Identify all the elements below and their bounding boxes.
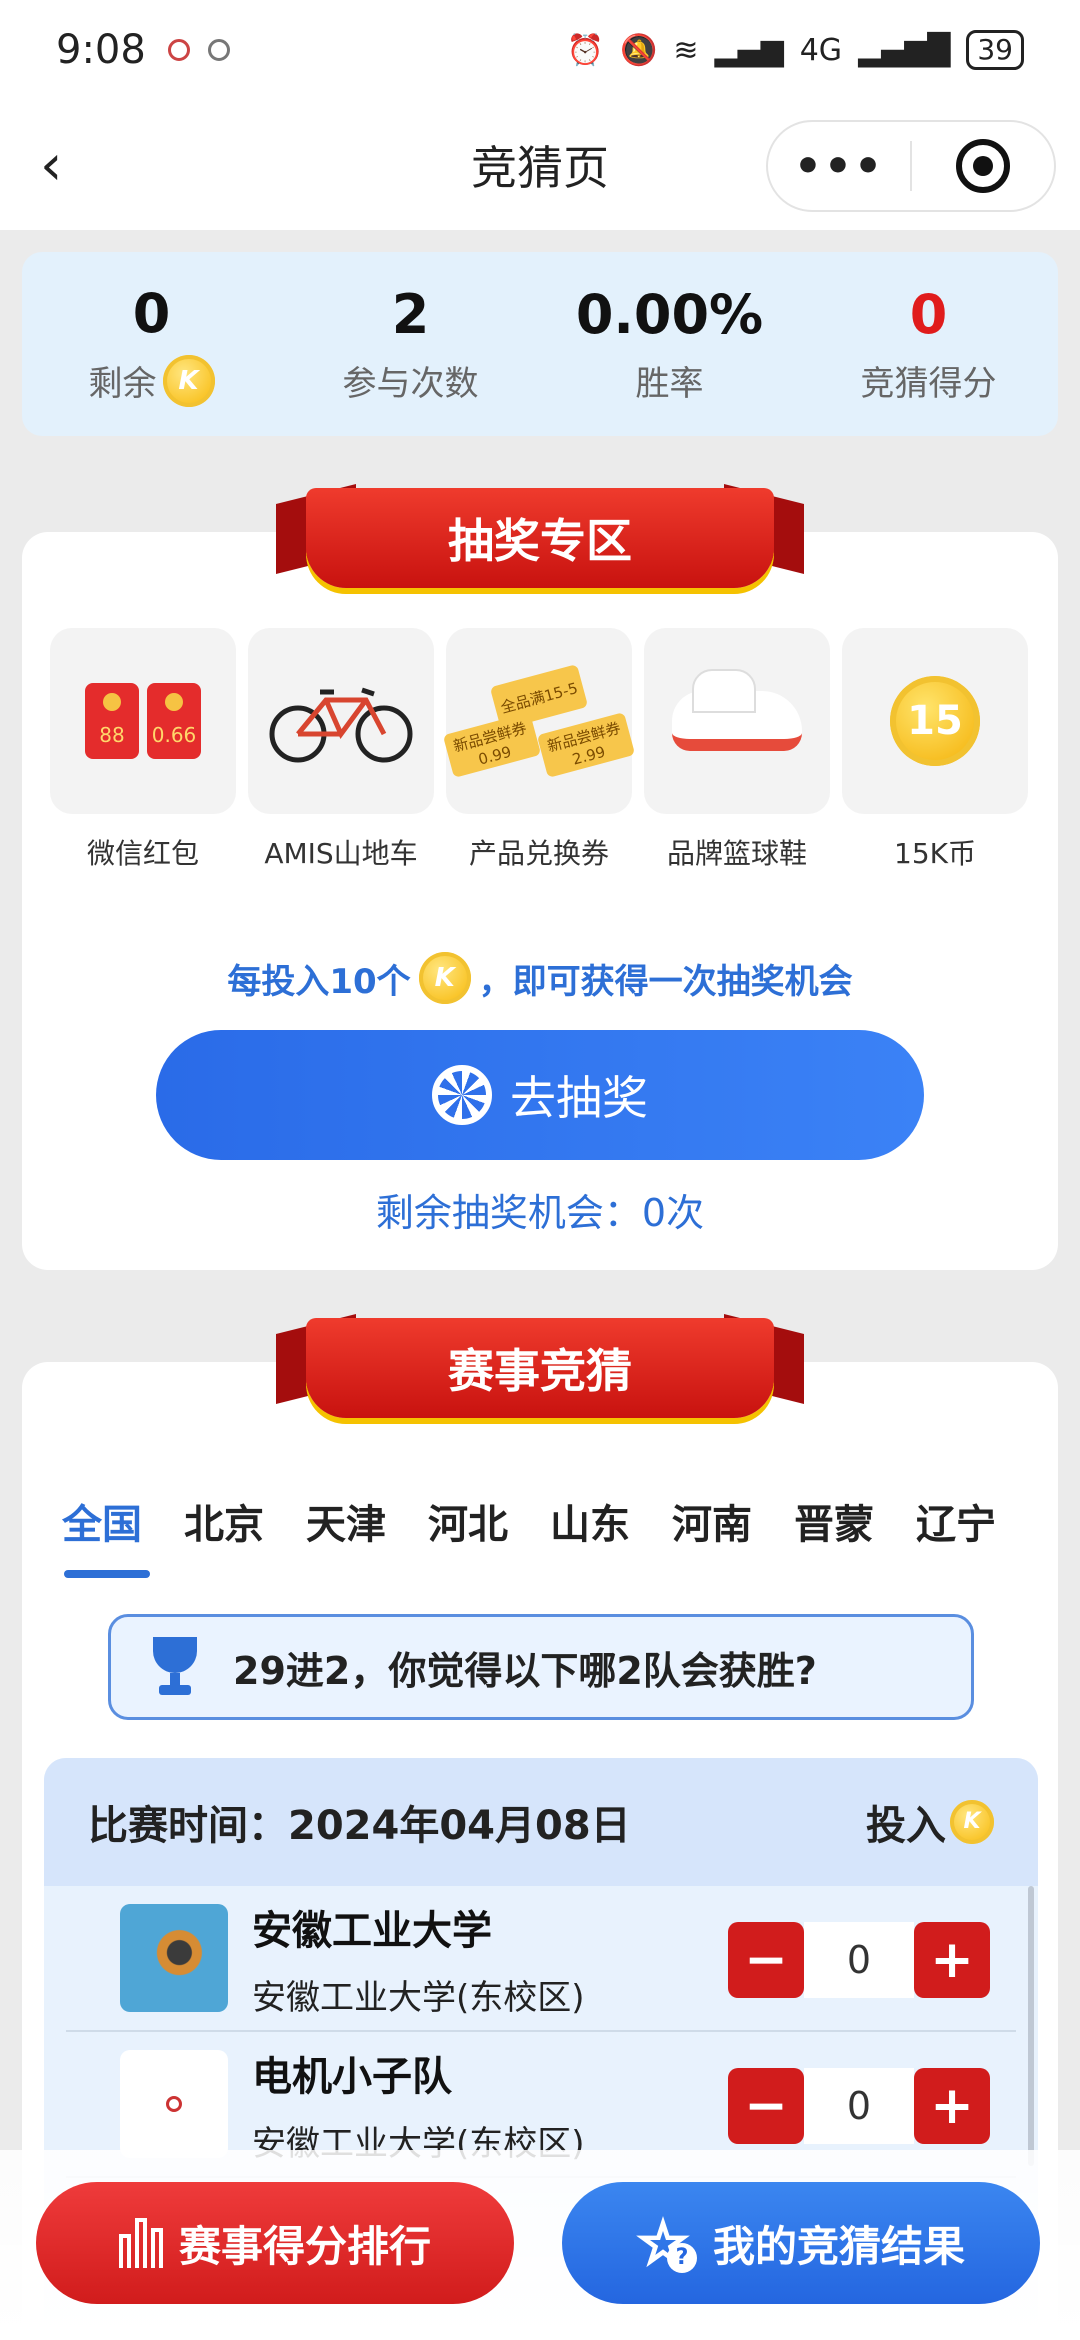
tab-beijing[interactable]: 北京 [184, 1492, 264, 1552]
stat-value: 0 [132, 281, 171, 345]
prize-label: 15K币 [894, 837, 976, 870]
stat-label: 竞猜得分 [860, 364, 997, 404]
coupon-icon: 全品满15-5 新品尝鲜券0.99 新品尝鲜券2.99 [442, 628, 636, 814]
increase-button[interactable]: + [914, 1922, 990, 1998]
nav-bar: ‹ 竞猜页 ••• [0, 100, 1080, 230]
app-notification-icon [167, 39, 190, 61]
score-ranking-button[interactable]: 赛事得分排行 [36, 2182, 514, 2304]
team-school: 安徽工业大学(东校区) [252, 1977, 585, 2018]
stat-label: 剩余 [88, 364, 157, 404]
page-title: 竞猜页 [471, 141, 609, 195]
stats-panel: 0 剩余 2 参与次数 0.00% 胜率 0 竞猜得分 [22, 252, 1058, 436]
tab-henan[interactable]: 河南 [672, 1492, 752, 1552]
stat-remaining: 0 剩余 [27, 282, 276, 407]
mute-icon: 🔕 [620, 32, 658, 68]
team-avatar [120, 2050, 228, 2158]
section-title: 抽奖专区 [306, 488, 774, 588]
prize-item[interactable]: AMIS山地车 [248, 628, 434, 872]
my-results-button[interactable]: ☆? 我的竞猜结果 [562, 2182, 1040, 2304]
invest-note: 每投入10个 ，即可获得一次抽奖机会 [22, 952, 1058, 1004]
k-coin-icon [418, 952, 471, 1004]
bet-amount[interactable]: 0 [804, 2068, 914, 2144]
wheel-icon [432, 1065, 492, 1125]
star-question-icon: ☆? [635, 2212, 697, 2275]
increase-button[interactable]: + [914, 2068, 990, 2144]
stat-win-rate: 0.00% 胜率 [545, 283, 794, 405]
decrease-button[interactable]: − [728, 2068, 804, 2144]
ranking-bars-icon [118, 2218, 163, 2268]
battery-icon: 39 [966, 30, 1024, 70]
stat-participations: 2 参与次数 [286, 283, 535, 405]
bet-stepper: − 0 + [728, 1922, 990, 1998]
section-ribbon: 赛事竞猜 [276, 1314, 804, 1426]
status-right: ⏰ 🔕 ≋ ▂▄▆ 4G ▂▄▆█ 39 [567, 30, 1024, 70]
question-banner: 29进2，你觉得以下哪2队会获胜? [108, 1614, 974, 1720]
k-coin-icon [162, 354, 215, 407]
question-text: 29进2，你觉得以下哪2队会获胜? [233, 1648, 817, 1693]
bottom-action-bar: 赛事得分排行 ☆? 我的竞猜结果 [0, 2150, 1080, 2340]
scrollbar[interactable] [1028, 1886, 1034, 2166]
tab-hebei[interactable]: 河北 [428, 1492, 508, 1552]
prize-label: 微信红包 [86, 837, 199, 870]
remaining-draws: 剩余抽奖机会：0次 [375, 1191, 705, 1235]
stat-score: 0 竞猜得分 [804, 283, 1053, 405]
coin-icon: 15 [842, 628, 1028, 814]
red-envelope-icon: 88 0.66 [50, 628, 236, 814]
signal-icon: ▂▄▆█ [858, 32, 951, 68]
prize-list: 88 0.66 微信红包 AMIS山地车 全品满15-5 新品尝鲜券0.99 新… [50, 628, 1050, 872]
match-card-header: 比赛时间：2024年04月08日 投入 [44, 1758, 1038, 1886]
tab-shandong[interactable]: 山东 [550, 1492, 630, 1552]
status-bar: 9:08 ⏰ 🔕 ≋ ▂▄▆ 4G ▂▄▆█ 39 [0, 0, 1080, 100]
close-mini-program-icon[interactable] [912, 139, 1054, 193]
prize-item[interactable]: 88 0.66 微信红包 [50, 628, 236, 872]
mini-program-capsule: ••• [766, 120, 1056, 212]
draw-button[interactable]: 去抽奖 [156, 1030, 924, 1160]
tab-liaoning[interactable]: 辽宁 [916, 1492, 996, 1552]
wifi-icon: ≋ [673, 32, 699, 68]
prize-item[interactable]: 全品满15-5 新品尝鲜券0.99 新品尝鲜券2.99 产品兑换券 [442, 628, 636, 872]
basketball-shoe-icon [644, 628, 830, 814]
signal-icon: ▂▄▆ [714, 32, 784, 68]
stat-value: 2 [391, 283, 430, 346]
active-tab-indicator [64, 1570, 150, 1578]
team-name: 电机小子队 [252, 2053, 452, 2100]
stat-value: 0 [909, 283, 948, 346]
prize-label: AMIS山地车 [264, 837, 418, 870]
alarm-icon: ⏰ [566, 32, 604, 68]
prize-label: 产品兑换券 [468, 837, 609, 870]
k-coin-icon [950, 1800, 994, 1844]
stat-value: 0.00% [575, 283, 764, 346]
section-title: 赛事竞猜 [306, 1318, 774, 1418]
status-time: 9:08 [56, 27, 146, 73]
lottery-panel: 抽奖专区 88 0.66 微信红包 AMIS山地车 全品满15-5 新品尝鲜券0… [22, 484, 1058, 1270]
section-ribbon: 抽奖专区 [276, 484, 804, 596]
invest-column-header: 投入 [866, 1793, 994, 1851]
tab-jinmeng[interactable]: 晋蒙 [794, 1492, 874, 1552]
bicycle-icon [248, 628, 434, 814]
tab-tianjin[interactable]: 天津 [306, 1492, 386, 1552]
team-row: 安徽工业大学 安徽工业大学(东校区) − 0 + [66, 1886, 1016, 2032]
stat-label: 参与次数 [342, 364, 479, 404]
bet-stepper: − 0 + [728, 2068, 990, 2144]
app-notification-icon [207, 39, 230, 61]
stat-label: 胜率 [635, 364, 704, 404]
network-type: 4G [799, 32, 843, 68]
prize-item[interactable]: 15 15K币 [842, 628, 1028, 872]
trophy-icon [145, 1637, 205, 1697]
back-icon[interactable]: ‹ [40, 136, 90, 196]
team-name: 安徽工业大学 [252, 1907, 492, 1954]
prize-item[interactable]: 品牌篮球鞋 [644, 628, 830, 872]
match-date: 比赛时间：2024年04月08日 [88, 1803, 631, 1849]
region-tabs: 全国 北京 天津 河北 山东 河南 晋蒙 辽宁 [62, 1492, 1052, 1552]
bet-amount[interactable]: 0 [804, 1922, 914, 1998]
prize-label: 品牌篮球鞋 [666, 837, 807, 870]
more-icon[interactable]: ••• [768, 141, 910, 192]
tab-national[interactable]: 全国 [62, 1492, 142, 1552]
notification-icons [167, 39, 230, 61]
decrease-button[interactable]: − [728, 1922, 804, 1998]
team-avatar [120, 1904, 228, 2012]
